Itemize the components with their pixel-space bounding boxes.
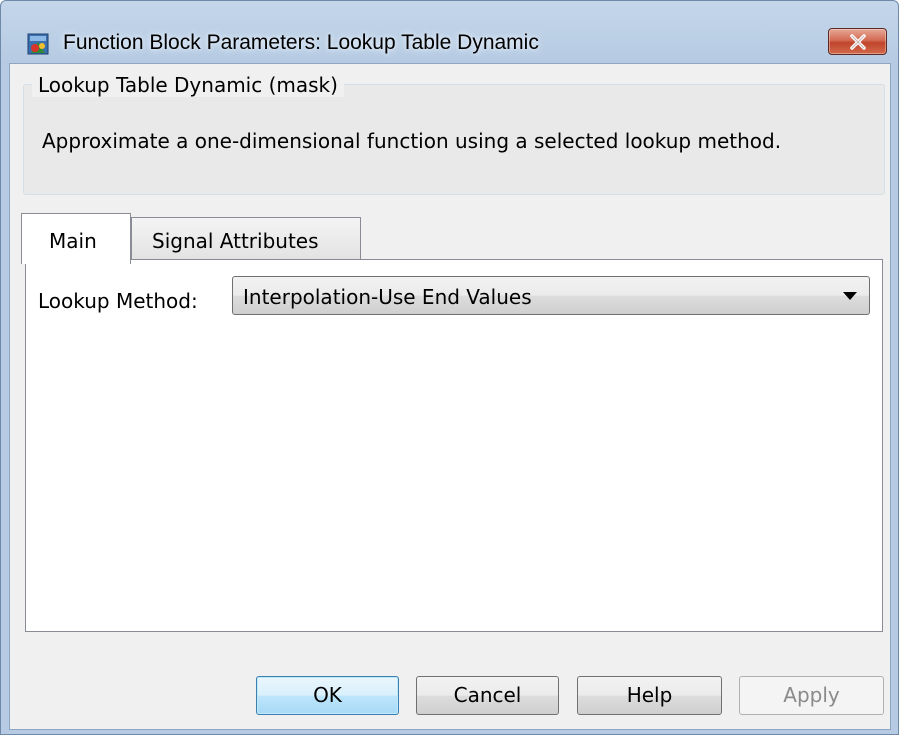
dialog-body: Lookup Table Dynamic (mask) Approximate … — [9, 63, 891, 730]
lookup-method-value: Interpolation-Use End Values — [243, 285, 532, 309]
lookup-method-label: Lookup Method: — [38, 289, 198, 313]
tab-main[interactable]: Main — [21, 213, 131, 264]
close-icon — [850, 34, 866, 50]
close-button[interactable] — [828, 28, 887, 55]
window-title: Function Block Parameters: Lookup Table … — [63, 31, 539, 54]
chevron-down-icon — [843, 292, 857, 300]
dialog-window: Function Block Parameters: Lookup Table … — [0, 0, 899, 735]
ok-button[interactable]: OK — [256, 676, 399, 715]
lookup-method-dropdown[interactable]: Interpolation-Use End Values — [232, 276, 870, 315]
mask-title: Lookup Table Dynamic (mask) — [32, 73, 344, 97]
apply-button[interactable]: Apply — [739, 676, 884, 715]
main-tab-panel: Lookup Method: Interpolation-Use End Val… — [25, 259, 883, 632]
tab-main-label: Main — [49, 229, 97, 253]
simulink-block-icon — [27, 33, 49, 55]
cancel-button[interactable]: Cancel — [416, 676, 559, 715]
mask-description-group: Lookup Table Dynamic (mask) Approximate … — [23, 73, 885, 195]
mask-description: Approximate a one-dimensional function u… — [42, 129, 782, 153]
help-button[interactable]: Help — [577, 676, 722, 715]
tab-signal-attributes[interactable]: Signal Attributes — [131, 217, 361, 261]
tab-signal-attributes-label: Signal Attributes — [152, 229, 319, 253]
title-bar[interactable]: Function Block Parameters: Lookup Table … — [1, 1, 898, 63]
